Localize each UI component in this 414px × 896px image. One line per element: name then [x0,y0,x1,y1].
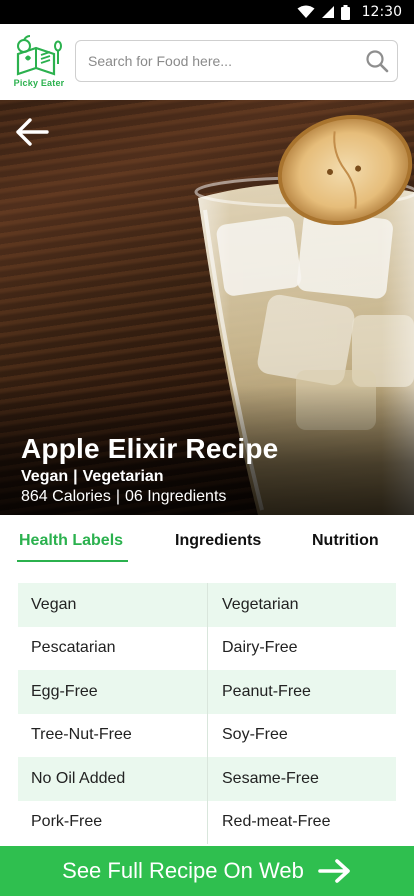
health-label: Peanut-Free [207,670,396,714]
health-label: Egg-Free [31,682,98,700]
search-input[interactable] [88,41,358,81]
signal-icon [321,6,334,18]
diet-tag: Vegan [21,468,69,485]
table-row: Pork-Free Red-meat-Free [18,800,396,844]
health-label: Vegan [31,595,77,613]
battery-icon [340,4,350,20]
recipe-meta: 864 Calories | 06 Ingredients [21,488,226,506]
app-header: Picky Eater [0,24,414,100]
table-row: Egg-Free Peanut-Free [18,670,396,714]
health-label: Tree-Nut-Free [31,726,132,744]
logo-book-icon [16,35,62,76]
logo-text: Picky Eater [13,78,65,88]
recipe-title: Apple Elixir Recipe [21,433,279,464]
status-time: 12:30 [361,4,402,20]
status-bar: 12:30 [0,0,414,24]
health-label: Pescatarian [31,639,116,657]
arrow-right-icon [318,859,350,883]
table-row: No Oil Added Sesame-Free [18,757,396,801]
table-row: Tree-Nut-Free Soy-Free [18,713,396,757]
recipe-tabs: Health Labels Ingredients Nutrition [0,515,414,567]
back-arrow-icon[interactable] [14,116,50,148]
see-full-recipe-button[interactable]: See Full Recipe On Web [0,846,414,896]
recipe-hero: Apple Elixir Recipe Vegan | Vegetarian 864… [0,100,414,515]
health-label: Sesame-Free [207,757,396,801]
health-label: Red-meat-Free [207,800,396,844]
table-row: Vegan Vegetarian [18,583,396,627]
separator: | [115,488,120,505]
recipe-diet-tags: Vegan | Vegetarian [21,468,164,486]
see-full-recipe-label: See Full Recipe On Web [62,858,304,883]
table-row: Pescatarian Dairy-Free [18,626,396,670]
tab-health-labels[interactable]: Health Labels [19,532,123,550]
health-labels-grid: Vegan Vegetarian Pescatarian Dairy-Free … [18,583,396,844]
recipe-calories: 864 Calories [21,488,111,505]
search-box[interactable] [75,40,398,82]
health-label: Pork-Free [31,813,103,831]
wifi-icon [297,5,315,18]
separator: | [73,468,78,485]
recipe-ingredient-count: 06 Ingredients [124,488,227,505]
diet-tag: Vegetarian [82,468,164,485]
health-label: Dairy-Free [207,626,396,670]
app-logo[interactable]: Picky Eater [10,34,68,92]
active-tab-indicator [17,560,128,562]
tab-ingredients[interactable]: Ingredients [175,532,261,550]
health-label: No Oil Added [31,769,126,787]
status-icons: 12:30 [297,0,402,24]
health-label: Soy-Free [207,713,396,757]
tab-nutrition[interactable]: Nutrition [312,532,379,550]
health-label: Vegetarian [207,583,396,627]
search-icon[interactable] [365,49,389,73]
